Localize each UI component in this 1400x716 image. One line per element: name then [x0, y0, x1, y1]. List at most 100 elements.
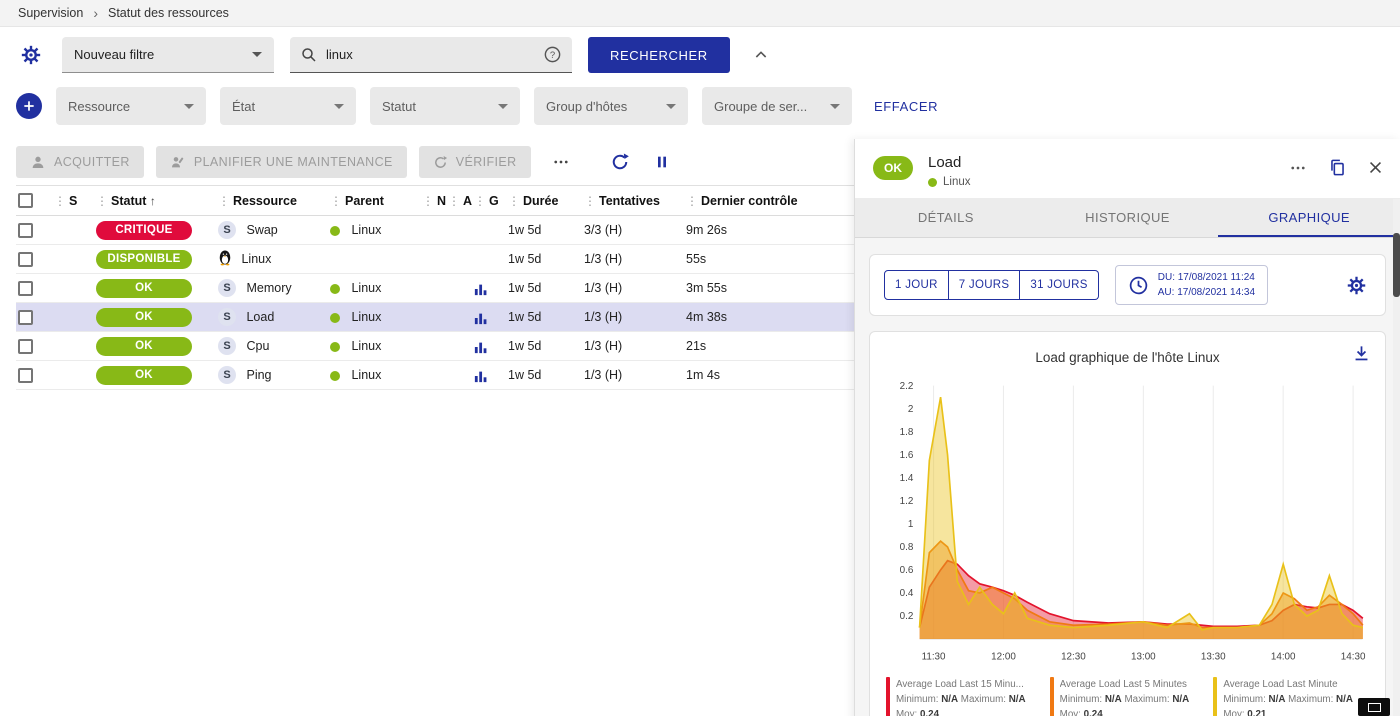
- close-panel-icon[interactable]: [1367, 159, 1384, 176]
- svg-text:0.8: 0.8: [900, 542, 914, 553]
- search-input[interactable]: [326, 47, 535, 62]
- listing-toolbar: ACQUITTER PLANIFIER UNE MAINTENANCE VÉRI…: [16, 139, 854, 185]
- acknowledge-button[interactable]: ACQUITTER: [16, 146, 144, 178]
- drag-handle-icon[interactable]: ⋮: [422, 194, 434, 208]
- add-criteria-plus-icon[interactable]: [16, 93, 42, 119]
- collapse-filters-chevron-up-icon[interactable]: [746, 40, 776, 70]
- graph-icon[interactable]: [474, 369, 488, 383]
- column-header-last-check[interactable]: ⋮Dernier contrôle: [684, 186, 854, 216]
- search-button[interactable]: RECHERCHER: [588, 37, 730, 73]
- resource-name[interactable]: Linux: [241, 252, 271, 266]
- graph-settings-gear-icon[interactable]: [1341, 270, 1371, 300]
- drag-handle-icon[interactable]: ⋮: [330, 194, 342, 208]
- severity-cell: [52, 303, 94, 332]
- row-checkbox[interactable]: [18, 310, 33, 325]
- column-header-notes[interactable]: ⋮N: [420, 186, 446, 216]
- legend-color-bar: [1050, 677, 1054, 716]
- column-header-resource[interactable]: ⋮Ressource: [216, 186, 328, 216]
- drag-handle-icon[interactable]: ⋮: [474, 194, 486, 208]
- panel-more-icon[interactable]: [1288, 159, 1308, 177]
- table-row[interactable]: OK S Load Linux 1w 5d 1/3 (H) 4m 38s: [16, 303, 854, 332]
- range-1day-button[interactable]: 1 JOUR: [884, 270, 949, 300]
- breadcrumb: Supervision › Statut des ressources: [0, 0, 1400, 27]
- drag-handle-icon[interactable]: ⋮: [218, 194, 230, 208]
- parent-name[interactable]: Linux: [351, 339, 381, 353]
- drag-handle-icon[interactable]: ⋮: [508, 194, 520, 208]
- resource-name[interactable]: Load: [246, 310, 274, 324]
- column-header-graph[interactable]: ⋮G: [472, 186, 506, 216]
- filter-settings-gear-icon[interactable]: [16, 40, 46, 70]
- svg-text:1.8: 1.8: [900, 427, 914, 438]
- tab-details[interactable]: DÉTAILS: [855, 198, 1037, 237]
- resource-name[interactable]: Cpu: [246, 339, 269, 353]
- parent-name[interactable]: Linux: [351, 281, 381, 295]
- select-all-checkbox[interactable]: [18, 193, 33, 208]
- row-checkbox[interactable]: [18, 368, 33, 383]
- period-picker[interactable]: DU: 17/08/2021 11:24 AU: 17/08/2021 14:3…: [1115, 265, 1268, 305]
- chart-legend: Average Load Last 15 Minu...Minimum: N/A…: [878, 671, 1377, 716]
- state-select[interactable]: État: [220, 87, 356, 125]
- graph-icon[interactable]: [474, 282, 488, 296]
- range-31days-button[interactable]: 31 JOURS: [1020, 270, 1098, 300]
- graph-icon[interactable]: [474, 340, 488, 354]
- breadcrumb-supervision[interactable]: Supervision: [18, 6, 83, 20]
- legend-item[interactable]: Average Load Last MinuteMinimum: N/A Max…: [1213, 677, 1369, 716]
- parent-name[interactable]: Linux: [351, 223, 381, 237]
- column-header-tries[interactable]: ⋮Tentatives: [582, 186, 684, 216]
- column-header-status[interactable]: ⋮Statut ↑: [94, 186, 216, 216]
- parent-name[interactable]: Linux: [351, 310, 381, 324]
- copy-link-icon[interactable]: [1328, 158, 1347, 177]
- row-checkbox[interactable]: [18, 281, 33, 296]
- severity-cell: [52, 361, 94, 390]
- range-7days-button[interactable]: 7 JOURS: [949, 270, 1021, 300]
- row-checkbox[interactable]: [18, 223, 33, 238]
- column-header-action[interactable]: ⋮A: [446, 186, 472, 216]
- load-graph[interactable]: 0.20.40.60.811.21.41.61.822.211:3012:001…: [878, 375, 1377, 671]
- download-icon[interactable]: [1352, 344, 1371, 366]
- table-row[interactable]: CRITIQUE S Swap Linux 1w 5d 3/3 (H) 9m 2…: [16, 216, 854, 245]
- table-row[interactable]: OK S Cpu Linux 1w 5d 1/3 (H) 21s: [16, 332, 854, 361]
- parent-name[interactable]: Linux: [351, 368, 381, 382]
- row-checkbox[interactable]: [18, 339, 33, 354]
- clear-filters-button[interactable]: EFFACER: [874, 99, 938, 114]
- drag-handle-icon[interactable]: ⋮: [448, 194, 460, 208]
- panel-scrollbar[interactable]: [1393, 199, 1400, 716]
- resource-type-select[interactable]: Ressource: [56, 87, 206, 125]
- severity-cell: [52, 274, 94, 303]
- column-header-duration[interactable]: ⋮Durée: [506, 186, 582, 216]
- resource-name[interactable]: Ping: [246, 368, 271, 382]
- table-row[interactable]: OK S Ping Linux 1w 5d 1/3 (H) 1m 4s: [16, 361, 854, 390]
- resource-name[interactable]: Memory: [246, 281, 291, 295]
- check-button[interactable]: VÉRIFIER: [419, 146, 531, 178]
- maintenance-icon: [170, 154, 186, 170]
- drag-handle-icon[interactable]: ⋮: [686, 194, 698, 208]
- tab-history[interactable]: HISTORIQUE: [1037, 198, 1219, 237]
- drag-handle-icon[interactable]: ⋮: [54, 194, 66, 208]
- column-header-severity[interactable]: ⋮S: [52, 186, 94, 216]
- legend-item[interactable]: Average Load Last 5 MinutesMinimum: N/A …: [1050, 677, 1206, 716]
- column-header-parent[interactable]: ⋮Parent: [328, 186, 420, 216]
- tab-graph[interactable]: GRAPHIQUE: [1218, 198, 1400, 237]
- scrollbar-thumb[interactable]: [1393, 233, 1400, 297]
- legend-item[interactable]: Average Load Last 15 Minu...Minimum: N/A…: [886, 677, 1042, 716]
- svg-text:14:00: 14:00: [1271, 651, 1296, 662]
- drag-handle-icon[interactable]: ⋮: [584, 194, 596, 208]
- more-actions-icon[interactable]: [543, 153, 579, 171]
- row-checkbox[interactable]: [18, 252, 33, 267]
- refresh-icon[interactable]: [605, 147, 635, 177]
- help-icon[interactable]: ?: [543, 45, 562, 64]
- resource-name[interactable]: Swap: [246, 223, 277, 237]
- status-select[interactable]: Statut: [370, 87, 520, 125]
- maintenance-button[interactable]: PLANIFIER UNE MAINTENANCE: [156, 146, 407, 178]
- hostgroup-select[interactable]: Group d'hôtes: [534, 87, 688, 125]
- drag-handle-icon[interactable]: ⋮: [96, 194, 108, 208]
- servicegroup-select[interactable]: Groupe de ser...: [702, 87, 852, 125]
- table-row[interactable]: OK S Memory Linux 1w 5d 1/3 (H) 3m 55s: [16, 274, 854, 303]
- panel-parent-name[interactable]: Linux: [943, 176, 971, 188]
- clock-icon: [1128, 275, 1149, 296]
- graph-icon[interactable]: [474, 311, 488, 325]
- pause-icon[interactable]: [647, 147, 677, 177]
- table-row[interactable]: DISPONIBLE Linux 1w 5d 1/3 (H) 55s: [16, 245, 854, 274]
- panel-header: OK Load Linux: [855, 139, 1400, 198]
- saved-filter-select[interactable]: Nouveau filtre: [62, 37, 274, 73]
